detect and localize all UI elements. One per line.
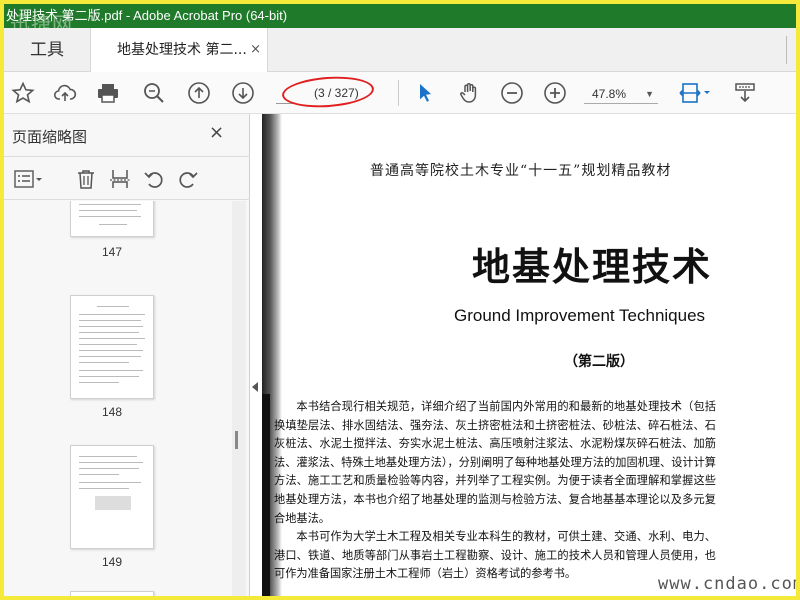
thumbnail-page-149[interactable] bbox=[70, 445, 154, 549]
thumbnail-scrollbar[interactable] bbox=[232, 201, 246, 596]
scroll-mode-icon[interactable] bbox=[732, 80, 758, 106]
zoom-in-icon[interactable] bbox=[542, 80, 568, 106]
thumbnail-page-next[interactable] bbox=[70, 591, 154, 596]
site-watermark: www.cndao.com bbox=[658, 574, 796, 594]
app-window: 处理技术 第二版.pdf - Adobe Acrobat Pro (64-bit… bbox=[4, 4, 796, 596]
book-description: 本书结合现行相关规范，详细介绍了当前国内外常用的和最新的地基处理技术（包括换填垫… bbox=[274, 398, 716, 584]
fit-page-icon[interactable] bbox=[676, 80, 714, 106]
rotate-ccw-icon[interactable] bbox=[142, 167, 166, 191]
toolbar: (3 / 327) 47.8% ▼ bbox=[4, 72, 796, 114]
tab-overflow bbox=[786, 36, 796, 64]
thumbnail-page-147[interactable] bbox=[70, 201, 154, 237]
zoom-select[interactable]: 47.8% ▼ bbox=[584, 84, 658, 104]
print-icon[interactable] bbox=[95, 80, 121, 106]
annotation-circle bbox=[281, 73, 375, 111]
thumbnail-page-148[interactable] bbox=[70, 295, 154, 399]
close-icon[interactable]: × bbox=[209, 122, 224, 143]
thumbnail-label: 147 bbox=[101, 245, 123, 259]
cloud-upload-icon[interactable] bbox=[52, 80, 78, 106]
description-paragraph: 本书结合现行相关规范，详细介绍了当前国内外常用的和最新的地基处理技术（包括换填垫… bbox=[274, 400, 716, 525]
tab-close-icon[interactable]: × bbox=[250, 28, 261, 72]
panel-toolbar bbox=[4, 156, 250, 200]
toolbar-divider bbox=[398, 80, 399, 106]
select-pointer-icon[interactable] bbox=[412, 80, 438, 106]
zoom-out-icon[interactable] bbox=[499, 80, 525, 106]
thumbnail-list: 147 148 149 bbox=[4, 201, 234, 596]
tab-tools[interactable]: 工具 bbox=[4, 28, 90, 72]
next-page-icon[interactable] bbox=[230, 80, 256, 106]
extract-page-icon[interactable] bbox=[108, 167, 132, 191]
star-icon[interactable] bbox=[10, 80, 36, 106]
scrollbar-thumb[interactable] bbox=[235, 431, 238, 449]
zoom-search-icon[interactable] bbox=[141, 80, 167, 106]
description-paragraph: 本书可作为大学土木工程及相关专业本科生的教材，可供土建、交通、水利、电力、港口、… bbox=[274, 530, 716, 581]
thumbnail-label: 148 bbox=[101, 405, 123, 419]
book-edition: （第二版） bbox=[564, 354, 634, 370]
panel-title: 页面缩略图 bbox=[12, 128, 88, 146]
thumbnail-panel: 页面缩略图 × 147 148 149 bbox=[4, 114, 250, 596]
book-subtitle-en: Ground Improvement Techniques bbox=[454, 306, 706, 325]
thumbnail-label: 149 bbox=[101, 555, 123, 569]
document-view[interactable]: 普通高等院校土木专业“十一五”规划精品教材 地基处理技术 Ground Impr… bbox=[262, 114, 796, 596]
trash-icon[interactable] bbox=[74, 167, 98, 191]
zoom-value: 47.8% bbox=[592, 87, 627, 101]
tab-document-label: 地基处理技术 第二... bbox=[117, 42, 247, 58]
tab-document[interactable]: 地基处理技术 第二... × bbox=[90, 28, 268, 73]
rotate-cw-icon[interactable] bbox=[176, 167, 200, 191]
scan-edge-dark bbox=[262, 394, 270, 596]
title-bar: 处理技术 第二版.pdf - Adobe Acrobat Pro (64-bit… bbox=[4, 4, 796, 28]
prev-page-icon[interactable] bbox=[186, 80, 212, 106]
tab-bar: 工具 地基处理技术 第二... × bbox=[4, 28, 796, 73]
chevron-down-icon: ▼ bbox=[645, 89, 654, 99]
book-title: 地基处理技术 bbox=[472, 245, 713, 289]
hand-icon[interactable] bbox=[456, 80, 482, 106]
collapse-panel-icon[interactable] bbox=[252, 382, 258, 392]
book-series: 普通高等院校土木专业“十一五”规划精品教材 bbox=[370, 163, 672, 179]
options-menu-icon[interactable] bbox=[12, 167, 46, 191]
